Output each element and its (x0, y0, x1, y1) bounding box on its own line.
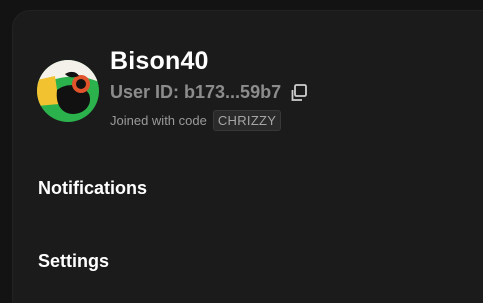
avatar-art (37, 60, 99, 122)
copy-icon[interactable] (289, 83, 309, 103)
avatar (37, 60, 99, 122)
menu-item-notifications[interactable]: Notifications (38, 178, 147, 199)
joined-row: Joined with code CHRIZZY (110, 110, 282, 131)
joined-label: Joined with code (110, 113, 207, 128)
menu-item-settings[interactable]: Settings (38, 251, 109, 272)
username: Bison40 (110, 47, 209, 75)
join-code-badge: CHRIZZY (212, 110, 282, 131)
user-id-row: User ID: b173...59b7 (110, 82, 309, 103)
user-id: User ID: b173...59b7 (110, 82, 282, 102)
